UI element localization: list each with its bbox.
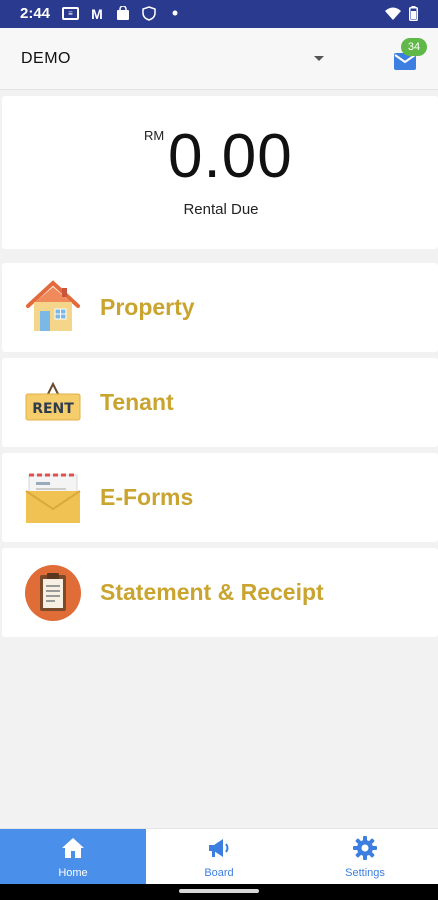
mail-count-badge: 34 bbox=[401, 38, 427, 56]
megaphone-icon bbox=[209, 839, 229, 857]
menu-label-eforms: E-Forms bbox=[100, 484, 194, 510]
rental-due-amount: 0.00 bbox=[168, 122, 293, 191]
house-icon bbox=[26, 280, 80, 331]
news-icon: ≡ bbox=[62, 7, 79, 20]
gear-icon bbox=[353, 836, 377, 860]
dot-icon: • bbox=[171, 3, 179, 23]
rental-due-card: RM 0.00 Rental Due bbox=[2, 96, 438, 249]
account-selector[interactable]: DEMO bbox=[21, 50, 71, 68]
gesture-area bbox=[0, 884, 438, 900]
gesture-handle[interactable] bbox=[179, 889, 259, 893]
tab-home-label: Home bbox=[58, 867, 88, 879]
rental-due-label: Rental Due bbox=[183, 201, 259, 218]
menu-label-statement-receipt: Statement & Receipt bbox=[100, 579, 324, 605]
currency-label: RM bbox=[144, 128, 165, 143]
menu-item-property[interactable]: Property bbox=[2, 263, 438, 352]
menu-item-tenant[interactable]: RENT Tenant bbox=[2, 358, 438, 447]
shield-icon bbox=[141, 6, 157, 21]
tab-home[interactable]: Home bbox=[0, 829, 146, 885]
tab-board[interactable]: Board bbox=[146, 829, 292, 885]
menu-label-tenant: Tenant bbox=[100, 389, 174, 415]
tab-settings-label: Settings bbox=[345, 867, 385, 879]
gmail-icon: M bbox=[91, 5, 103, 22]
system-icons bbox=[385, 6, 418, 26]
battery-icon bbox=[409, 6, 418, 26]
status-bar: 2:44 ≡ M • bbox=[0, 0, 438, 28]
menu-item-statement-receipt[interactable]: Statement & Receipt bbox=[2, 548, 438, 637]
notification-icons: ≡ M • bbox=[62, 3, 183, 23]
bottom-nav: Home Board Settings bbox=[0, 828, 438, 885]
home-icon bbox=[62, 838, 84, 858]
menu-label-property: Property bbox=[100, 294, 195, 320]
shopping-bag-icon bbox=[115, 6, 131, 21]
chevron-down-icon[interactable] bbox=[314, 56, 324, 61]
app-header: DEMO 34 bbox=[0, 28, 438, 90]
tab-settings[interactable]: Settings bbox=[292, 829, 438, 885]
status-time: 2:44 bbox=[20, 5, 51, 22]
wifi-icon bbox=[385, 7, 401, 26]
rent-sign-text: RENT bbox=[32, 401, 74, 417]
rent-sign-icon: RENT bbox=[25, 381, 81, 421]
menu-item-eforms[interactable]: E-Forms bbox=[2, 453, 438, 542]
tab-board-label: Board bbox=[204, 867, 234, 879]
clipboard-icon bbox=[25, 565, 81, 621]
envelope-icon bbox=[25, 473, 81, 523]
